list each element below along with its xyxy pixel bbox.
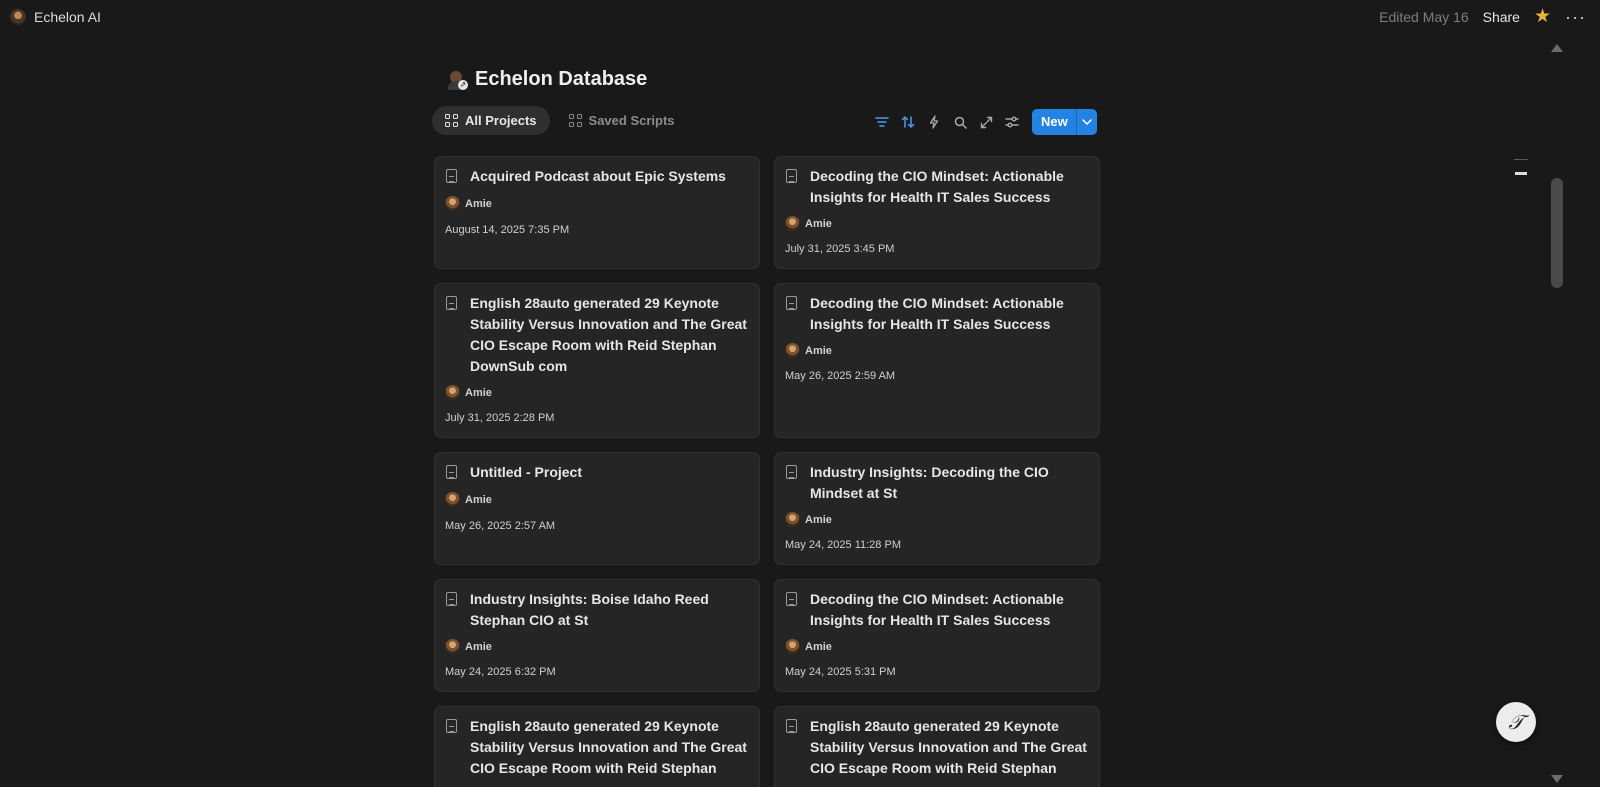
edited-timestamp: Edited May 16	[1379, 9, 1469, 25]
document-icon	[786, 719, 797, 733]
page-avatar-icon[interactable]: ⇗	[447, 69, 469, 91]
card-date: August 14, 2025 7:35 PM	[445, 224, 570, 236]
workspace-icon	[10, 9, 26, 25]
card-date: May 26, 2025 2:59 AM	[785, 370, 896, 382]
workspace-switcher[interactable]: Echelon AI	[10, 9, 101, 25]
scrollbar-thumb[interactable]	[1551, 178, 1563, 288]
project-card[interactable]: English 28auto generated 29 Keynote Stab…	[434, 706, 760, 787]
card-date: May 24, 2025 6:32 PM	[445, 666, 556, 678]
project-card[interactable]: Industry Insights: Boise Idaho Reed Step…	[434, 579, 760, 692]
filter-icon[interactable]	[872, 109, 892, 135]
card-date: May 24, 2025 11:28 PM	[785, 539, 901, 551]
expand-icon[interactable]	[976, 109, 996, 135]
owner-name: Amie	[465, 640, 492, 653]
top-bar: Echelon AI Edited May 16 Share ★ ···	[0, 0, 1600, 36]
card-title: Untitled - Project	[470, 464, 583, 480]
tab-saved-scripts[interactable]: Saved Scripts	[556, 106, 688, 135]
page-header: ⇗ Echelon Database	[447, 68, 647, 91]
share-button[interactable]: Share	[1483, 9, 1520, 25]
card-title: Decoding the CIO Mindset: Actionable Ins…	[810, 295, 1064, 332]
document-icon	[446, 296, 457, 310]
chevron-down-icon[interactable]	[1075, 109, 1097, 135]
card-owner: Amie	[785, 639, 832, 654]
settings-sliders-icon[interactable]	[1002, 109, 1022, 135]
document-icon	[446, 465, 457, 479]
new-button-label[interactable]: New	[1032, 109, 1076, 135]
card-date: May 24, 2025 5:31 PM	[785, 666, 896, 678]
card-owner: Amie	[785, 216, 832, 231]
avatar	[445, 492, 460, 507]
tab-label: All Projects	[465, 113, 537, 128]
avatar	[445, 639, 460, 654]
scroll-down-arrow[interactable]	[1551, 775, 1563, 783]
card-owner: Amie	[785, 512, 832, 527]
scroll-up-arrow[interactable]	[1551, 44, 1563, 52]
document-icon	[786, 465, 797, 479]
project-card[interactable]: English 28auto generated 29 Keynote Stab…	[774, 706, 1100, 787]
project-card[interactable]: Decoding the CIO Mindset: Actionable Ins…	[774, 579, 1100, 692]
card-title: English 28auto generated 29 Keynote Stab…	[470, 295, 747, 374]
document-icon	[446, 169, 457, 183]
card-owner: Amie	[445, 385, 492, 400]
avatar	[785, 639, 800, 654]
document-icon	[446, 592, 457, 606]
owner-name: Amie	[805, 640, 832, 653]
owner-name: Amie	[465, 386, 492, 399]
more-options-icon[interactable]: ···	[1565, 8, 1586, 26]
card-date: May 26, 2025 2:57 AM	[445, 520, 556, 532]
card-title: Decoding the CIO Mindset: Actionable Ins…	[810, 591, 1064, 628]
project-card[interactable]: Acquired Podcast about Epic Systems Amie…	[434, 156, 760, 269]
new-button[interactable]: New	[1032, 109, 1097, 135]
page-title[interactable]: Echelon Database	[475, 68, 647, 91]
avatar	[785, 343, 800, 358]
favorite-star-icon[interactable]: ★	[1534, 7, 1551, 26]
tab-all-projects[interactable]: All Projects	[432, 106, 550, 135]
project-card[interactable]: Decoding the CIO Mindset: Actionable Ins…	[774, 283, 1100, 438]
automation-bolt-icon[interactable]	[924, 109, 944, 135]
owner-name: Amie	[805, 513, 832, 526]
card-title: Industry Insights: Boise Idaho Reed Step…	[470, 591, 709, 628]
owner-name: Amie	[805, 217, 832, 230]
document-icon	[786, 169, 797, 183]
assistant-icon[interactable]: 𝒯	[1496, 702, 1536, 742]
view-tabs: All Projects Saved Scripts	[432, 106, 688, 135]
workspace-name: Echelon AI	[34, 9, 101, 25]
owner-name: Amie	[465, 197, 492, 210]
card-owner: Amie	[445, 492, 492, 507]
avatar	[445, 385, 460, 400]
sort-icon[interactable]	[898, 109, 918, 135]
tab-label: Saved Scripts	[588, 113, 675, 128]
card-owner: Amie	[445, 639, 492, 654]
owner-name: Amie	[465, 493, 492, 506]
project-card[interactable]: Decoding the CIO Mindset: Actionable Ins…	[774, 156, 1100, 269]
avatar	[785, 216, 800, 231]
card-owner: Amie	[445, 196, 492, 211]
owner-name: Amie	[805, 344, 832, 357]
project-card[interactable]: English 28auto generated 29 Keynote Stab…	[434, 283, 760, 438]
document-icon	[446, 719, 457, 733]
card-title: Industry Insights: Decoding the CIO Mind…	[810, 464, 1049, 501]
avatar	[785, 512, 800, 527]
search-icon[interactable]	[950, 109, 970, 135]
gallery-view-icon	[568, 114, 582, 127]
project-card[interactable]: Untitled - Project Amie May 26, 2025 2:5…	[434, 452, 760, 565]
card-date: July 31, 2025 3:45 PM	[785, 243, 895, 255]
database-toolbar: New	[872, 109, 1097, 135]
outline-marker[interactable]	[1514, 159, 1528, 160]
card-title: English 28auto generated 29 Keynote Stab…	[470, 718, 747, 776]
card-title: Decoding the CIO Mindset: Actionable Ins…	[810, 168, 1064, 205]
avatar	[445, 196, 460, 211]
card-title: Acquired Podcast about Epic Systems	[470, 168, 726, 184]
outline-marker-active[interactable]	[1515, 172, 1527, 175]
gallery-view-icon	[445, 114, 458, 127]
document-icon	[786, 592, 797, 606]
card-date: July 31, 2025 2:28 PM	[445, 412, 555, 424]
document-icon	[786, 296, 797, 310]
project-card[interactable]: Industry Insights: Decoding the CIO Mind…	[774, 452, 1100, 565]
card-title: English 28auto generated 29 Keynote Stab…	[810, 718, 1087, 776]
card-owner: Amie	[785, 343, 832, 358]
